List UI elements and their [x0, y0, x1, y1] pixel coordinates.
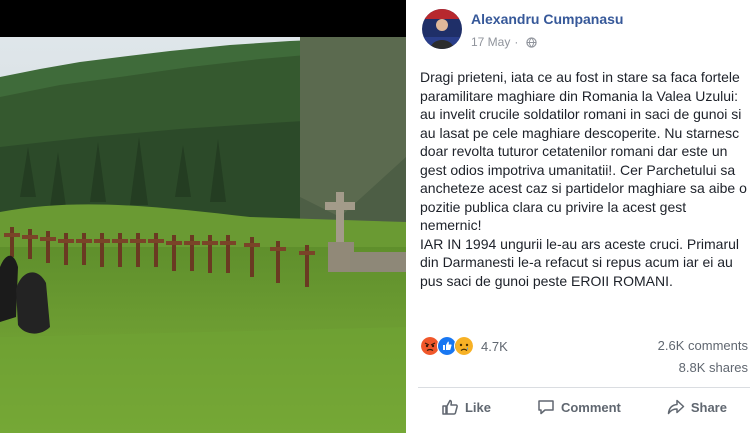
reactions-summary[interactable]: 4.7K — [420, 336, 508, 356]
post-date[interactable]: 17 May — [471, 35, 510, 49]
comment-label: Comment — [560, 399, 621, 415]
action-bar: Like Comment Share — [418, 389, 750, 425]
post-text: Dragi prieteni, iata ce au fost in stare… — [420, 68, 748, 290]
post-paragraph: Dragi prieteni, iata ce au fost in stare… — [420, 69, 747, 233]
comment-button[interactable]: Comment — [527, 392, 631, 422]
like-label: Like — [464, 399, 491, 415]
share-button[interactable]: Share — [657, 392, 737, 422]
post-photo[interactable] — [0, 37, 406, 433]
shares-count[interactable]: 8.8K shares — [679, 360, 748, 375]
post-paragraph: IAR IN 1994 ungurii le-au ars aceste cru… — [420, 235, 740, 289]
share-label: Share — [690, 399, 727, 415]
thumbs-up-icon — [442, 399, 458, 415]
comment-icon — [538, 400, 554, 415]
author-avatar[interactable] — [422, 9, 462, 49]
sad-reaction-icon — [454, 336, 474, 356]
comments-count[interactable]: 2.6K comments — [658, 338, 748, 353]
photo-viewer — [0, 0, 406, 433]
globe-icon[interactable] — [526, 36, 538, 48]
post-panel: Alexandru Cumpanasu 17 May · Dragi priet… — [406, 0, 752, 433]
like-button[interactable]: Like — [431, 392, 501, 422]
post-meta: 17 May · — [471, 35, 538, 49]
reaction-count[interactable]: 4.7K — [481, 339, 508, 354]
author-name[interactable]: Alexandru Cumpanasu — [471, 11, 623, 27]
meta-separator: · — [514, 35, 519, 49]
actions-divider — [418, 387, 750, 388]
share-icon — [667, 399, 685, 415]
